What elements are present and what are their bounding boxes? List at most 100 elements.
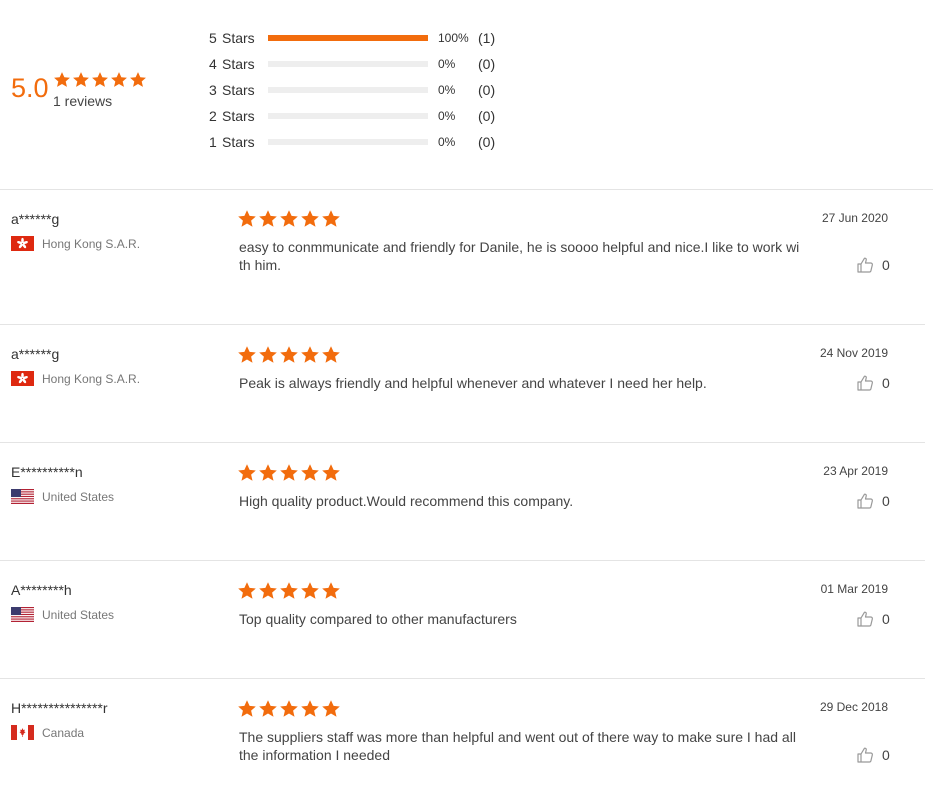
distribution-row-1[interactable]: 1 Stars 0% (0)	[209, 132, 495, 152]
like-button[interactable]: 0	[856, 374, 890, 392]
star-icon	[321, 345, 341, 365]
review-stars	[237, 463, 341, 483]
star-icon	[279, 463, 299, 483]
distribution-star-number: 2	[209, 108, 217, 124]
star-icon	[321, 699, 341, 719]
distribution-count: (0)	[478, 82, 496, 98]
distribution-star-number: 5	[209, 30, 217, 46]
reviewer-country: United States	[11, 489, 114, 504]
star-icon	[237, 209, 257, 229]
star-icon	[300, 345, 320, 365]
star-icon	[321, 209, 341, 229]
like-count: 0	[882, 257, 890, 273]
star-icon	[279, 209, 299, 229]
distribution-row-4[interactable]: 4 Stars 0% (0)	[209, 54, 495, 74]
review-item: a******g Hong Kong S.A.R. easy to conmmu…	[0, 190, 925, 325]
hk-flag-icon	[11, 371, 34, 386]
star-icon	[300, 463, 320, 483]
reviewer-country: United States	[11, 607, 114, 622]
star-icon	[237, 345, 257, 365]
like-count: 0	[882, 375, 890, 391]
star-icon	[237, 463, 257, 483]
distribution-bar	[268, 139, 428, 145]
like-count: 0	[882, 493, 890, 509]
country-name: Canada	[42, 725, 85, 740]
star-icon	[110, 71, 128, 89]
reviewer-name: A********h	[11, 582, 72, 598]
star-icon	[279, 581, 299, 601]
country-name: Hong Kong S.A.R.	[42, 371, 141, 386]
like-button[interactable]: 0	[856, 746, 890, 764]
distribution-row-2[interactable]: 2 Stars 0% (0)	[209, 106, 495, 126]
country-name: United States	[42, 489, 115, 504]
distribution-row-5[interactable]: 5 Stars 100% (1)	[209, 28, 495, 48]
distribution-star-number: 3	[209, 82, 217, 98]
ca-flag-icon	[11, 725, 34, 740]
distribution-star-number: 4	[209, 56, 217, 72]
star-icon	[300, 209, 320, 229]
rating-summary: 5.0 1 reviews 5 Stars 100% (1) 4 Stars 0…	[0, 0, 933, 190]
star-icon	[237, 699, 257, 719]
review-date: 29 Dec 2018	[819, 700, 888, 714]
review-stars	[237, 581, 341, 601]
distribution-label: Stars	[222, 30, 255, 46]
star-icon	[279, 345, 299, 365]
like-count: 0	[882, 747, 890, 763]
distribution-star-number: 1	[209, 134, 217, 150]
distribution-bar-fill	[268, 35, 428, 41]
review-date: 01 Mar 2019	[820, 582, 888, 596]
distribution-label: Stars	[222, 56, 255, 72]
like-button[interactable]: 0	[856, 492, 890, 510]
us-flag-icon	[11, 489, 34, 504]
star-icon	[300, 581, 320, 601]
distribution-percent: 0%	[438, 109, 456, 123]
thumbs-up-icon	[856, 492, 874, 510]
country-name: Hong Kong S.A.R.	[42, 236, 141, 251]
star-icon	[321, 581, 341, 601]
review-stars	[237, 209, 341, 229]
reviewer-country: Hong Kong S.A.R.	[11, 236, 140, 251]
star-icon	[72, 71, 90, 89]
distribution-bar	[268, 113, 428, 119]
distribution-row-3[interactable]: 3 Stars 0% (0)	[209, 80, 495, 100]
star-icon	[258, 463, 278, 483]
distribution-count: (0)	[478, 108, 496, 124]
like-button[interactable]: 0	[856, 610, 890, 628]
star-icon	[258, 699, 278, 719]
distribution-percent: 0%	[438, 57, 456, 71]
like-button[interactable]: 0	[856, 256, 890, 274]
star-icon	[300, 699, 320, 719]
reviewer-name: H***************r	[11, 700, 108, 716]
distribution-label: Stars	[222, 134, 255, 150]
review-item: a******g Hong Kong S.A.R. Peak is always…	[0, 325, 925, 443]
us-flag-icon	[11, 607, 34, 622]
thumbs-up-icon	[856, 746, 874, 764]
reviewer-name: a******g	[11, 211, 60, 227]
review-text: easy to conmmunicate and friendly for Da…	[239, 239, 800, 273]
distribution-bar	[268, 87, 428, 93]
review-text: High quality product.Would recommend thi…	[239, 493, 574, 509]
hk-flag-icon	[11, 236, 34, 251]
review-date: 23 Apr 2019	[823, 464, 888, 478]
distribution-bar	[268, 35, 428, 41]
like-count: 0	[882, 611, 890, 627]
distribution-percent: 0%	[438, 135, 456, 149]
reviewer-name: a******g	[11, 346, 60, 362]
thumbs-up-icon	[856, 610, 874, 628]
review-stars	[237, 699, 341, 719]
review-date: 24 Nov 2019	[819, 346, 888, 360]
reviewer-name: E**********n	[11, 464, 83, 480]
star-icon	[129, 71, 147, 89]
distribution-percent: 0%	[438, 83, 456, 97]
star-icon	[237, 581, 257, 601]
review-date: 27 Jun 2020	[821, 211, 888, 225]
average-score: 5.0	[11, 73, 49, 103]
review-item: H***************r Canada The suppliers s…	[0, 679, 925, 810]
star-icon	[53, 71, 71, 89]
distribution-count: (0)	[478, 134, 496, 150]
star-icon	[91, 71, 109, 89]
review-stars	[237, 345, 341, 365]
distribution-bar	[268, 61, 428, 67]
reviewer-country: Canada	[11, 725, 84, 740]
review-text: The suppliers staff was more than helpfu…	[239, 729, 796, 763]
